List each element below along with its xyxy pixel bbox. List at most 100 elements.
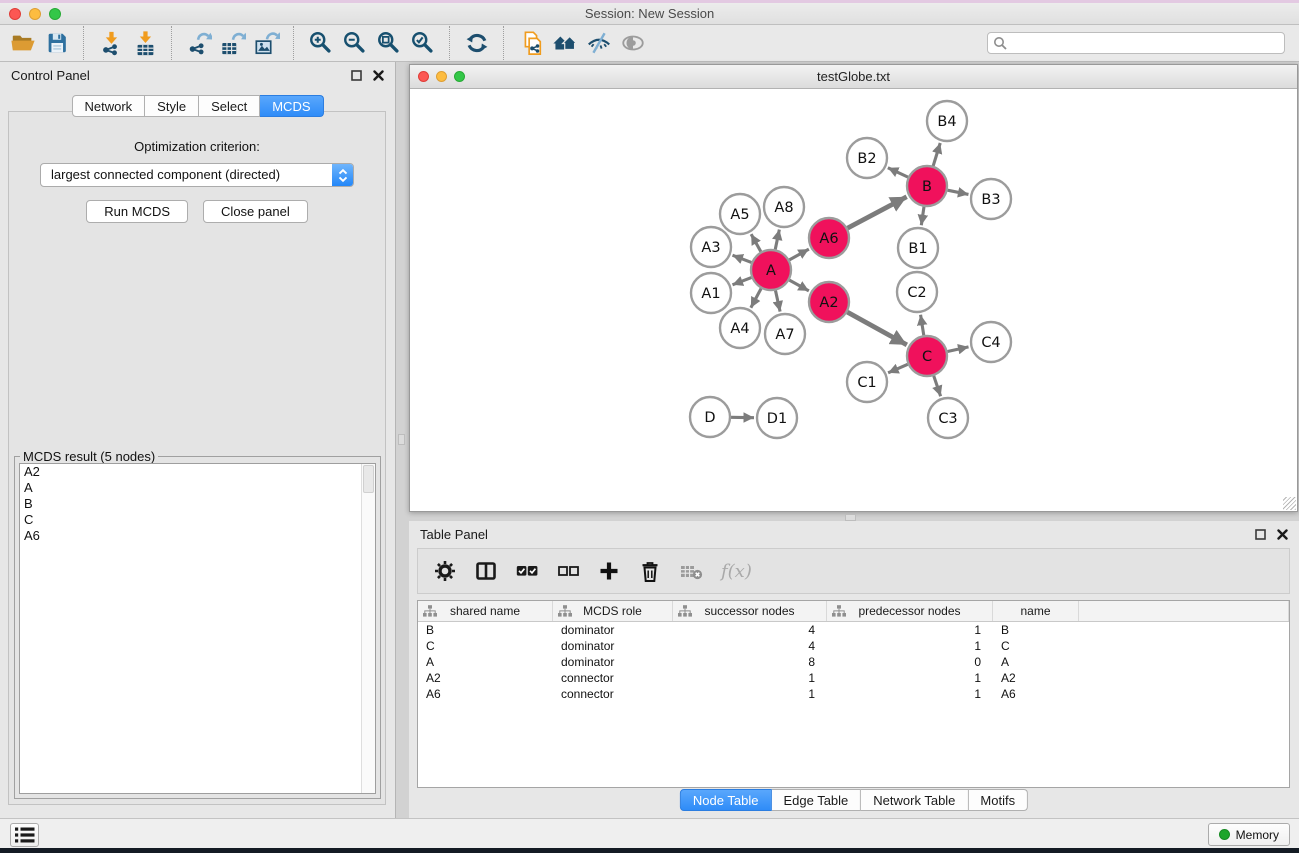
delete-table-button[interactable] — [678, 558, 704, 584]
graph-node-B1[interactable]: B1 — [898, 228, 938, 268]
result-item[interactable]: C — [20, 512, 375, 528]
table-row[interactable]: A6connector11A6 — [418, 686, 1289, 702]
graph-edge-A-A3[interactable] — [732, 255, 751, 262]
graph-edge-B-B2[interactable] — [888, 168, 908, 177]
split-grip-vertical[interactable] — [398, 434, 405, 445]
network-canvas[interactable]: B4B2BB3A8A5A6A3B1AA1C2A2A4A7C4CC1DD1C3 — [410, 89, 1297, 511]
import-table-button[interactable] — [128, 28, 162, 58]
graph-node-B4[interactable]: B4 — [927, 101, 967, 141]
close-table-panel-icon[interactable] — [1277, 529, 1288, 540]
export-image-button[interactable] — [250, 28, 284, 58]
graph-edge-C-C4[interactable] — [948, 347, 969, 352]
graph-node-D[interactable]: D — [690, 397, 730, 437]
close-window-button[interactable] — [9, 8, 21, 20]
float-table-panel-icon[interactable] — [1255, 529, 1266, 540]
graph-edge-A-A5[interactable] — [751, 234, 761, 252]
search-input[interactable] — [987, 32, 1285, 54]
task-history-button[interactable] — [10, 823, 39, 847]
graph-node-D1[interactable]: D1 — [757, 398, 797, 438]
column-header-successor-nodes[interactable]: successor nodes — [673, 601, 827, 621]
criterion-dropdown[interactable]: largest connected component (directed) — [40, 163, 354, 187]
zoom-out-button[interactable] — [338, 28, 372, 58]
graph-node-A4[interactable]: A4 — [720, 308, 760, 348]
tab-node-table[interactable]: Node Table — [680, 789, 772, 811]
hide-eye-button[interactable] — [582, 28, 616, 58]
graph-edge-A-A8[interactable] — [775, 230, 779, 250]
float-panel-icon[interactable] — [351, 70, 362, 81]
graph-node-B2[interactable]: B2 — [847, 138, 887, 178]
graph-edge-B-B3[interactable] — [948, 190, 969, 194]
graph-edge-A6-B[interactable] — [848, 197, 907, 228]
table-row[interactable]: Adominator80A — [418, 654, 1289, 670]
graph-node-C1[interactable]: C1 — [847, 362, 887, 402]
column-header-mcds-role[interactable]: MCDS role — [553, 601, 673, 621]
graph-node-C4[interactable]: C4 — [971, 322, 1011, 362]
graph-node-A2[interactable]: A2 — [809, 282, 849, 322]
graph-node-C3[interactable]: C3 — [928, 398, 968, 438]
result-item[interactable]: A2 — [20, 464, 375, 480]
maximize-window-button[interactable] — [49, 8, 61, 20]
graph-node-A8[interactable]: A8 — [764, 187, 804, 227]
graph-edge-A-A4[interactable] — [751, 289, 761, 308]
graph-node-B3[interactable]: B3 — [971, 179, 1011, 219]
tab-network-table[interactable]: Network Table — [861, 789, 968, 811]
minimize-window-button[interactable] — [29, 8, 41, 20]
table-row[interactable]: Bdominator41B — [418, 622, 1289, 638]
result-item[interactable]: A — [20, 480, 375, 496]
zoom-selected-button[interactable] — [406, 28, 440, 58]
graph-node-A5[interactable]: A5 — [720, 194, 760, 234]
graph-node-A7[interactable]: A7 — [765, 314, 805, 354]
graph-edge-B-B1[interactable] — [921, 207, 924, 225]
tab-select[interactable]: Select — [199, 95, 260, 117]
zoom-fit-button[interactable] — [372, 28, 406, 58]
tab-mcds[interactable]: MCDS — [260, 95, 323, 117]
table-row[interactable]: A2connector11A2 — [418, 670, 1289, 686]
home-button[interactable] — [548, 28, 582, 58]
graph-edge-C-C2[interactable] — [921, 315, 924, 336]
copy-network-button[interactable] — [514, 28, 548, 58]
column-header-predecessor-nodes[interactable]: predecessor nodes — [827, 601, 993, 621]
graph-edge-A-A1[interactable] — [732, 278, 751, 285]
split-grip-horizontal[interactable] — [845, 514, 856, 521]
open-folder-button[interactable] — [6, 28, 40, 58]
add-button[interactable] — [596, 558, 622, 584]
save-button[interactable] — [40, 28, 74, 58]
column-header-shared-name[interactable]: shared name — [418, 601, 553, 621]
close-panel-icon[interactable] — [373, 70, 384, 81]
graph-edge-C-C3[interactable] — [934, 376, 941, 396]
graph-node-A[interactable]: A — [751, 250, 791, 290]
graph-node-A1[interactable]: A1 — [691, 273, 731, 313]
column-header-name[interactable]: name — [993, 601, 1079, 621]
graph-edge-C-C1[interactable] — [888, 364, 908, 373]
result-item[interactable]: B — [20, 496, 375, 512]
import-network-button[interactable] — [94, 28, 128, 58]
graph-edge-A-A7[interactable] — [775, 291, 780, 312]
select-all-button[interactable] — [514, 558, 540, 584]
table-row[interactable]: Cdominator41C — [418, 638, 1289, 654]
export-table-button[interactable] — [216, 28, 250, 58]
export-network-button[interactable] — [182, 28, 216, 58]
network-close-button[interactable] — [418, 71, 429, 82]
trash-button[interactable] — [637, 558, 663, 584]
graph-node-B[interactable]: B — [907, 166, 947, 206]
refresh-button[interactable] — [460, 28, 494, 58]
close-panel-button[interactable]: Close panel — [203, 200, 308, 223]
unselect-all-button[interactable] — [555, 558, 581, 584]
result-item[interactable]: A6 — [20, 528, 375, 544]
tab-motifs[interactable]: Motifs — [968, 789, 1028, 811]
tab-style[interactable]: Style — [145, 95, 199, 117]
result-scrollbar[interactable] — [361, 464, 375, 793]
graph-node-A3[interactable]: A3 — [691, 227, 731, 267]
function-builder-button[interactable]: f(x) — [721, 561, 752, 582]
gear-button[interactable] — [432, 558, 458, 584]
zoom-in-button[interactable] — [304, 28, 338, 58]
network-maximize-button[interactable] — [454, 71, 465, 82]
tab-edge-table[interactable]: Edge Table — [771, 789, 861, 811]
graph-edge-A-A2[interactable] — [789, 280, 808, 291]
graph-edge-B-B4[interactable] — [933, 143, 940, 166]
graph-edge-A-A6[interactable] — [789, 249, 808, 260]
tab-network[interactable]: Network — [71, 95, 145, 117]
window-resize-grip[interactable] — [1283, 497, 1296, 510]
graph-node-A6[interactable]: A6 — [809, 218, 849, 258]
network-minimize-button[interactable] — [436, 71, 447, 82]
